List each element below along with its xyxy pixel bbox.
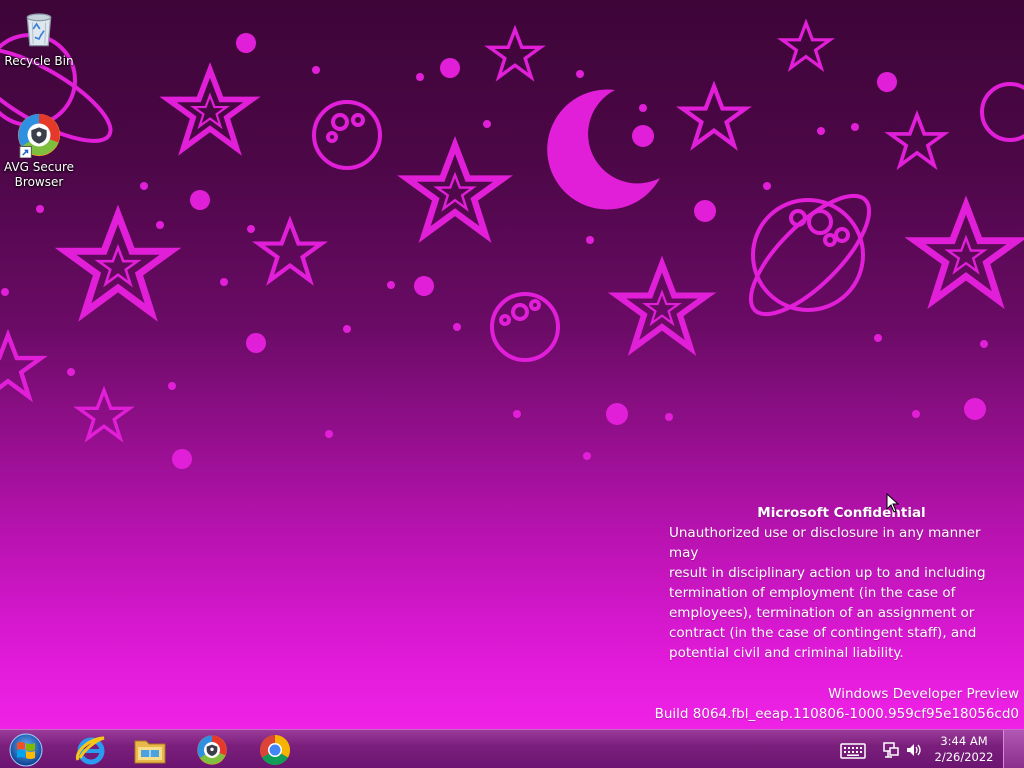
taskbar: 3:44 AM 2/26/2022 bbox=[0, 729, 1024, 768]
desktop-icon-recycle-bin[interactable]: Recycle Bin bbox=[1, 6, 77, 69]
avg-secure-browser-label: AVG Secure Browser bbox=[3, 160, 75, 189]
build-edition: Windows Developer Preview bbox=[828, 686, 1019, 702]
clock[interactable]: 3:44 AM 2/26/2022 bbox=[930, 733, 998, 765]
keyboard-icon[interactable] bbox=[840, 741, 866, 761]
mouse-cursor-icon bbox=[886, 493, 900, 513]
confidential-title: Microsoft Confidential bbox=[757, 505, 926, 521]
clock-date: 2/26/2022 bbox=[934, 750, 994, 764]
confidential-notice: Microsoft Confidential Unauthorized use … bbox=[669, 503, 1014, 663]
internet-explorer-icon bbox=[75, 736, 105, 764]
taskbar-internet-explorer[interactable] bbox=[64, 732, 116, 767]
recycle-bin-icon bbox=[26, 13, 52, 47]
start-button[interactable] bbox=[2, 732, 50, 767]
windows-logo-icon bbox=[9, 733, 43, 766]
recycle-bin-label: Recycle Bin bbox=[4, 54, 74, 68]
confidential-line: Unauthorized use or disclosure in any ma… bbox=[669, 525, 981, 561]
taskbar-file-explorer[interactable] bbox=[124, 732, 176, 767]
taskbar-avg-secure-browser[interactable] bbox=[186, 732, 238, 767]
avg-secure-browser-icon bbox=[17, 113, 61, 158]
confidential-line: potential civil and criminal liability. bbox=[669, 645, 904, 661]
confidential-line: result in disciplinary action up to and … bbox=[669, 565, 986, 581]
build-number: Build 8064.fbl_eeap.110806-1000.959cf95e… bbox=[654, 706, 1019, 722]
chrome-icon bbox=[259, 734, 291, 765]
desktop-icon-avg-secure-browser[interactable]: AVG Secure Browser bbox=[1, 112, 77, 190]
volume-icon[interactable] bbox=[905, 740, 923, 760]
confidential-line: termination of employment (in the case o… bbox=[669, 585, 956, 601]
desktop[interactable]: Recycle Bin AVG Secure Browser Microsoft… bbox=[0, 0, 1024, 729]
file-explorer-icon bbox=[134, 740, 166, 763]
confidential-line: contract (in the case of contingent staf… bbox=[669, 625, 977, 641]
avg-secure-browser-icon bbox=[197, 734, 227, 765]
taskbar-chrome[interactable] bbox=[249, 732, 301, 767]
confidential-line: employees), termination of an assignment… bbox=[669, 605, 975, 621]
show-desktop-button[interactable] bbox=[1003, 730, 1024, 768]
network-icon[interactable] bbox=[882, 740, 900, 760]
build-watermark: Windows Developer Preview Build 8064.fbl… bbox=[655, 684, 1019, 724]
clock-time: 3:44 AM bbox=[940, 734, 988, 748]
